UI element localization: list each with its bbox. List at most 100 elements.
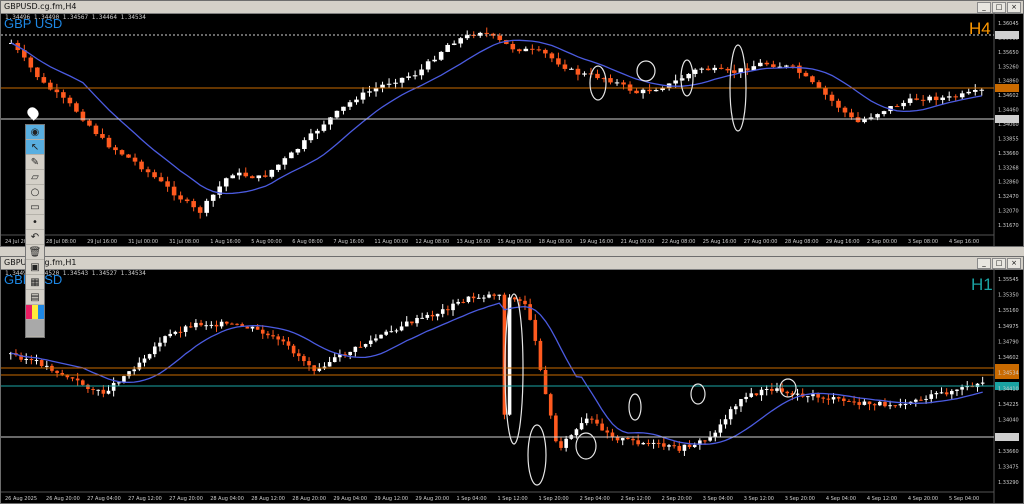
candle-body <box>235 323 239 325</box>
trash-icon[interactable]: 🗑 <box>26 245 44 260</box>
candle-body <box>100 134 105 138</box>
candle-body <box>435 313 440 317</box>
candle-body <box>662 443 666 447</box>
candle-body <box>682 444 687 451</box>
candle-body <box>559 441 563 448</box>
highlighter-icon[interactable]: ▱ <box>26 170 44 185</box>
candle-body <box>692 69 698 74</box>
time-axis-label: 26 Aug 2025 <box>5 496 37 502</box>
candle-body <box>373 88 379 92</box>
gray-swatch[interactable] <box>26 320 44 337</box>
brush-icon[interactable]: ✎ <box>26 155 44 170</box>
candle-body <box>562 64 568 69</box>
candle-body <box>348 351 352 356</box>
candle-body <box>608 78 613 83</box>
annotation-ellipse <box>628 393 642 421</box>
candle-body <box>249 176 255 179</box>
undo-icon[interactable]: ↶ <box>26 230 44 245</box>
h1-chart-canvas[interactable]: 1.35545 1.35350 1.35160 1.34975 1.34790 1.346… <box>1 269 1023 503</box>
cursor-icon[interactable]: ↖ <box>26 140 44 155</box>
stamp-icon[interactable]: ▣ <box>26 260 44 275</box>
time-axis-label: 31 Jul 08:00 <box>169 239 199 245</box>
candle-body <box>420 317 424 319</box>
candle-body <box>191 201 196 208</box>
candle-body <box>914 399 918 402</box>
candle-body <box>358 346 363 348</box>
candle-body <box>975 383 980 388</box>
maximize-button[interactable]: □ <box>992 258 1006 269</box>
clipboard-icon[interactable]: ▤ <box>26 290 44 305</box>
price-axis-label: 1.35260 <box>998 64 1019 70</box>
palette-icon[interactable] <box>26 305 44 320</box>
candle-body <box>204 200 209 213</box>
candle-body <box>327 362 332 367</box>
candle-body <box>893 405 898 407</box>
price-axis-label: 1.35545 <box>998 277 1019 283</box>
candle-body <box>646 443 651 445</box>
candle-body <box>849 112 854 118</box>
ruler-icon[interactable]: ▭ <box>26 200 44 215</box>
circle-icon[interactable]: ○ <box>26 185 44 200</box>
candle-body <box>281 339 286 342</box>
candle-body <box>579 423 584 430</box>
candle-body <box>940 97 945 101</box>
price-axis-label: 1.33660 <box>998 151 1019 157</box>
candle-body <box>165 181 170 187</box>
h4-chart-canvas[interactable]: 1.36045 1.35815 1.35650 1.35260 1.34860 1.346… <box>1 13 1023 246</box>
time-axis-label: 3 Sep 12:00 <box>744 496 774 502</box>
candle-body <box>419 69 424 76</box>
candle-body <box>914 98 919 100</box>
minimize-button[interactable]: _ <box>977 2 991 13</box>
candle-body <box>445 44 450 52</box>
dot-icon[interactable]: • <box>26 215 44 230</box>
candle-body <box>289 152 294 159</box>
candle-body <box>564 438 568 448</box>
candle-body <box>386 83 392 85</box>
candle-body <box>173 331 178 334</box>
candle-body <box>771 64 776 67</box>
candle-body <box>621 82 626 85</box>
candle-body <box>857 402 862 405</box>
time-axis-label: 29 Aug 04:00 <box>333 496 367 502</box>
candle-body <box>528 304 532 320</box>
time-axis-label: 27 Aug 20:00 <box>169 496 203 502</box>
candle-body <box>836 397 841 399</box>
candle-body <box>888 405 892 407</box>
h4-chart-window[interactable]: GBPUSD.cg.fm,H4 _ □ × 1.34496 1.34490 1.… <box>0 0 1024 247</box>
price-axis-label: 1.33290 <box>998 480 1019 486</box>
maximize-button[interactable]: □ <box>992 2 1006 13</box>
screenshot-icon[interactable]: ▦ <box>26 275 44 290</box>
minimize-button[interactable]: _ <box>977 258 991 269</box>
candle-body <box>404 321 409 327</box>
time-axis-label: 7 Aug 16:00 <box>333 239 364 245</box>
candle-body <box>718 67 724 69</box>
h1-chart-window[interactable]: GBPUSD.cg.fm,H1 _ □ × 1.34496 1.34520 1.… <box>0 256 1024 504</box>
candle-body <box>556 58 561 65</box>
candle-body <box>867 401 872 405</box>
candle-body <box>836 100 841 108</box>
candle-body <box>614 82 620 84</box>
candle-body <box>497 35 503 41</box>
candle-body <box>224 321 229 324</box>
close-button[interactable]: × <box>1007 2 1021 13</box>
candle-body <box>919 399 923 401</box>
candle-body <box>687 444 692 448</box>
candle-body <box>260 329 265 334</box>
price-axis-label: 1.34225 <box>998 402 1019 408</box>
candle-body <box>152 346 157 355</box>
price-axis-label: 1.33475 <box>998 464 1019 470</box>
candle-body <box>332 357 337 363</box>
candle-body <box>158 177 164 182</box>
time-axis-label: 28 Aug 20:00 <box>292 496 326 502</box>
candle-body <box>764 62 770 65</box>
time-axis-label: 29 Aug 20:00 <box>415 496 449 502</box>
candle-body <box>412 75 418 77</box>
close-button[interactable]: × <box>1007 258 1021 269</box>
candle-body <box>230 323 234 325</box>
eye-icon[interactable]: ◉ <box>26 125 44 140</box>
candle-body <box>74 103 79 112</box>
candle-body <box>44 365 49 367</box>
time-axis-label: 28 Aug 04:00 <box>210 496 244 502</box>
candle-body <box>959 93 965 98</box>
time-axis-label: 12 Aug 08:00 <box>415 239 449 245</box>
